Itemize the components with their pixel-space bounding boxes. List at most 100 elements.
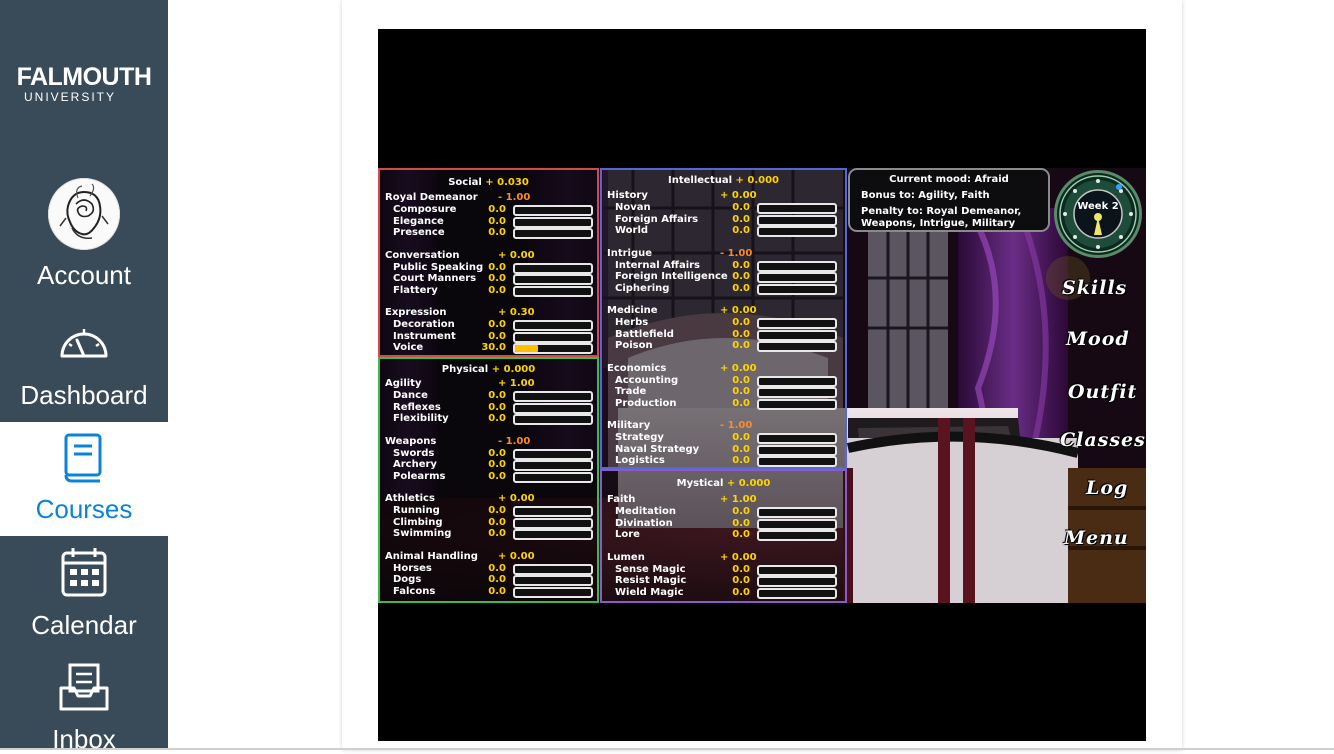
skill-progress-bar [757,318,837,329]
mystical-title-delta: + 0.000 [723,478,771,489]
bonus-text: Bonus to: Agility, Faith [861,190,990,201]
skill-name: Logistics [615,455,665,466]
skill-progress-bar [513,216,593,228]
falmouth-logo[interactable]: FALMOUTH UNIVERSITY [0,64,168,104]
skill-progress-bar [757,507,837,518]
mystical-panel-title: Mystical + 0.000 [602,478,845,489]
skill-group-modifier: + 0.00 [720,305,757,316]
skill-group-name: Athletics [385,493,435,504]
skill-row: Elegance 0.0 [380,216,597,228]
skill-value: 0.0 [732,374,750,386]
nav-account[interactable]: Account [0,178,168,290]
skill-group-name: Lumen [607,551,645,563]
skill-progress-bar [513,402,593,414]
skill-row: Wield Magic 0.0 [602,587,845,599]
skill-value: 0.0 [488,227,506,238]
skills-button[interactable]: Skills [1062,277,1127,299]
skill-row: Battlefield 0.0 [602,329,845,341]
skill-progress-bar [513,517,593,529]
skill-progress-bar [757,456,837,467]
skill-progress-bar [757,226,837,237]
skill-row: Swords 0.0 [380,448,597,460]
skill-name: Foreign Intelligence [615,271,728,282]
classes-button[interactable]: Classes [1060,429,1146,451]
skill-value: 0.0 [488,470,506,482]
skill-progress-bar [757,203,837,214]
intellectual-title-delta: + 0.000 [732,175,780,186]
mystical-title-label: Mystical [676,478,724,489]
dashboard-icon [60,329,108,358]
menu-button[interactable]: Menu [1064,527,1129,549]
skill-name: Internal Affairs [615,259,701,271]
skill-name: Composure [393,204,457,215]
skill-name: Public Speaking [393,261,484,273]
nav-inbox[interactable]: Inbox [0,662,168,754]
skill-progress-bar [513,331,593,343]
skill-name: Presence [393,227,445,238]
skill-name: Falcons [393,585,436,597]
skill-value: 0.0 [732,575,750,586]
skill-name: Swords [393,447,435,459]
skill-group-name: Conversation [385,249,460,261]
skill-row: Resist Magic 0.0 [602,575,845,587]
skill-row: Strategy 0.0 [602,432,845,444]
social-title-label: Social [448,177,482,188]
penalty-text-cont: Weapons, Intrigue, Military [861,218,1016,229]
mood-button[interactable]: Mood [1066,328,1130,350]
skill-row: Internal Affairs 0.0 [602,260,845,272]
skill-progress-bar [757,329,837,341]
skill-progress-bar [513,448,593,460]
skill-name: Swimming [393,528,452,539]
skill-value: 0.0 [732,386,750,397]
skill-value: 0.0 [488,585,506,597]
logo-subtext: UNIVERSITY [23,90,116,104]
skill-name: Foreign Affairs [615,213,699,225]
skill-name: Archery [393,459,437,470]
skill-group-modifier: - 1.00 [498,192,531,203]
skill-progress-bar [757,375,837,387]
skill-progress-bar [513,228,593,239]
skill-value: 0.0 [732,397,750,409]
skill-row: Herbs 0.0 [602,317,845,329]
skill-progress-bar [513,262,593,274]
skill-group-modifier: + 0.00 [720,551,757,563]
skill-name: Novan [615,202,651,213]
physical-title-delta: + 0.000 [488,364,536,375]
skill-progress-bar [513,343,593,354]
skill-name: Production [615,397,677,409]
skill-value: 0.0 [488,261,506,273]
skill-value: 0.0 [488,330,506,342]
skill-name: Ciphering [615,282,670,294]
nav-dashboard-label: Dashboard [20,380,148,410]
outfit-button[interactable]: Outfit [1068,381,1137,403]
skill-row: Running 0.0 [380,505,597,517]
skill-progress-bar [757,398,837,410]
skill-row: Falcons 0.0 [380,586,597,598]
skill-row: Production 0.0 [602,398,845,410]
skill-row: Instrument 0.0 [380,331,597,343]
logo-text: FALMOUTH [16,63,152,91]
skill-value: 0.0 [732,259,750,271]
week-label: Week 2 [1077,201,1119,212]
nav-courses[interactable]: Courses [0,422,168,536]
skill-value: 0.0 [488,562,506,574]
skill-group-name: Medicine [607,305,658,316]
skill-value: 0.0 [488,284,506,296]
skill-progress-bar [513,285,593,297]
log-button[interactable]: Log [1086,477,1128,499]
skill-name: Court Manners [393,273,477,284]
skill-value: 0.0 [732,455,750,466]
skill-progress-bar [513,575,593,586]
nav-calendar[interactable]: Calendar [0,546,168,640]
skill-group-name: Royal Demeanor [385,192,478,203]
skill-progress-bar [513,471,593,483]
skill-row: Divination 0.0 [602,518,845,530]
skill-group-name: Animal Handling [385,550,478,562]
skill-row: Polearms 0.0 [380,471,597,483]
skill-name: Dogs [393,574,422,585]
skill-row: Composure 0.0 [380,204,597,216]
nav-dashboard[interactable]: Dashboard [0,320,168,410]
skill-progress-fill [515,345,538,352]
week-clock-dial[interactable]: Week 2 [1054,170,1142,258]
skill-row: Logistics 0.0 [602,455,845,467]
